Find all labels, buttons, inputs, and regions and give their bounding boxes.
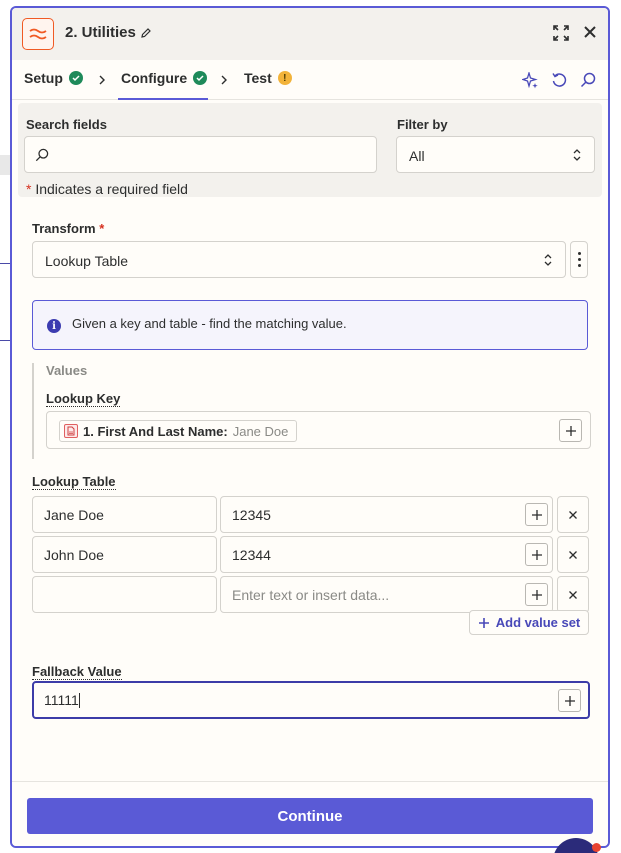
insert-data-button[interactable] (558, 689, 581, 712)
active-tab-indicator (118, 98, 208, 100)
lookup-row-key-input[interactable]: John Doe (32, 536, 217, 573)
utilities-logo-icon (29, 28, 47, 40)
panel-header: 2. Utilities (12, 8, 608, 60)
transform-selected-value: Lookup Table (45, 253, 129, 269)
remove-row-button[interactable] (557, 576, 589, 613)
notification-dot (592, 843, 601, 852)
required-star: * (26, 181, 32, 197)
tab-test[interactable]: Test ! (244, 70, 292, 86)
lookup-row-value-input[interactable]: 12344 (220, 536, 553, 573)
values-title: Values (46, 363, 88, 378)
plus-icon (531, 509, 542, 520)
continue-button[interactable]: Continue (27, 798, 593, 834)
insert-data-button[interactable] (525, 583, 548, 606)
close-icon[interactable] (582, 24, 598, 45)
chevron-right-icon (97, 73, 107, 91)
plus-icon (478, 617, 489, 628)
lookup-table-label: Lookup Table (32, 474, 116, 490)
fallback-value: 11111 (44, 692, 79, 708)
add-value-set-label: Add value set (495, 615, 581, 630)
info-icon: i (47, 319, 61, 333)
check-icon (68, 71, 83, 85)
updown-icon (543, 253, 553, 270)
undo-icon[interactable] (551, 72, 567, 93)
step-title: 2. Utilities (65, 24, 136, 41)
warning-icon: ! (277, 71, 292, 85)
lookup-row-key-input[interactable] (32, 576, 217, 613)
filter-by-label: Filter by (397, 117, 448, 132)
filter-by-select[interactable]: All (396, 136, 595, 173)
more-vertical-icon[interactable] (570, 241, 588, 278)
lookup-row-value: 12345 (232, 507, 271, 523)
plus-icon (531, 589, 542, 600)
plus-icon (565, 425, 576, 436)
panel-footer: Continue (12, 781, 608, 846)
x-icon (569, 590, 577, 599)
lookup-key-label: Lookup Key (46, 391, 121, 407)
search-fields-label: Search fields (26, 117, 107, 132)
plus-icon (564, 695, 575, 706)
tab-setup[interactable]: Setup (24, 70, 83, 86)
transform-label-text: Transform (32, 221, 96, 236)
transform-select[interactable]: Lookup Table (32, 241, 566, 278)
required-field-note: * Indicates a required field (26, 181, 188, 197)
tab-label: Test (244, 70, 272, 86)
form-app-icon (64, 424, 78, 438)
app-icon (22, 18, 54, 50)
info-text: Given a key and table - find the matchin… (72, 316, 347, 331)
lookup-row-value-placeholder: Enter text or insert data... (232, 587, 390, 603)
tab-label: Configure (121, 70, 188, 86)
filter-selected-value: All (409, 148, 425, 164)
search-icon (35, 148, 49, 167)
text-caret (78, 693, 80, 708)
sparkle-icon[interactable] (520, 70, 539, 94)
required-star: * (99, 221, 105, 236)
tab-label: Setup (24, 70, 63, 86)
required-note-text: Indicates a required field (35, 181, 188, 197)
step-tabs: Setup Configure Test ! (12, 60, 608, 100)
x-icon (569, 510, 577, 519)
search-icon[interactable] (580, 72, 596, 93)
add-value-set-button[interactable]: Add value set (469, 610, 589, 635)
fallback-value-label: Fallback Value (32, 664, 122, 680)
mapped-field-pill[interactable]: 1. First And Last Name: Jane Doe (59, 420, 298, 442)
check-icon (193, 71, 208, 85)
updown-icon (572, 148, 582, 165)
lookup-row-value-input[interactable]: 12345 (220, 496, 553, 533)
x-icon (569, 550, 577, 559)
insert-data-button[interactable] (559, 419, 582, 442)
insert-data-button[interactable] (525, 543, 548, 566)
plus-icon (531, 549, 542, 560)
tab-configure[interactable]: Configure (121, 70, 208, 86)
expand-icon[interactable] (552, 24, 570, 47)
pencil-icon[interactable] (140, 26, 152, 44)
pill-field-name: 1. First And Last Name: (83, 423, 228, 439)
remove-row-button[interactable] (557, 496, 589, 533)
values-group: Values Lookup Key 1. First And Last Name… (32, 363, 591, 459)
field-search-section: Search fields Filter by All * Indicates (18, 103, 602, 197)
info-banner: i Given a key and table - find the match… (32, 300, 588, 350)
lookup-row-value-input[interactable]: Enter text or insert data... (220, 576, 553, 613)
pill-field-value: Jane Doe (232, 423, 289, 439)
configure-form: Search fields Filter by All * Indicates (12, 101, 608, 781)
insert-data-button[interactable] (525, 503, 548, 526)
lookup-row-value: 12344 (232, 547, 271, 563)
step-editor-panel: 2. Utilities Setup Configure Test ! Sear… (10, 6, 610, 848)
remove-row-button[interactable] (557, 536, 589, 573)
chevron-right-icon (219, 73, 229, 91)
search-fields-input[interactable] (24, 136, 377, 173)
lookup-row-key-input[interactable]: Jane Doe (32, 496, 217, 533)
lookup-key-input[interactable]: 1. First And Last Name: Jane Doe (46, 411, 591, 449)
transform-label: Transform * (32, 221, 104, 236)
fallback-value-input[interactable]: 11111 (32, 681, 590, 719)
